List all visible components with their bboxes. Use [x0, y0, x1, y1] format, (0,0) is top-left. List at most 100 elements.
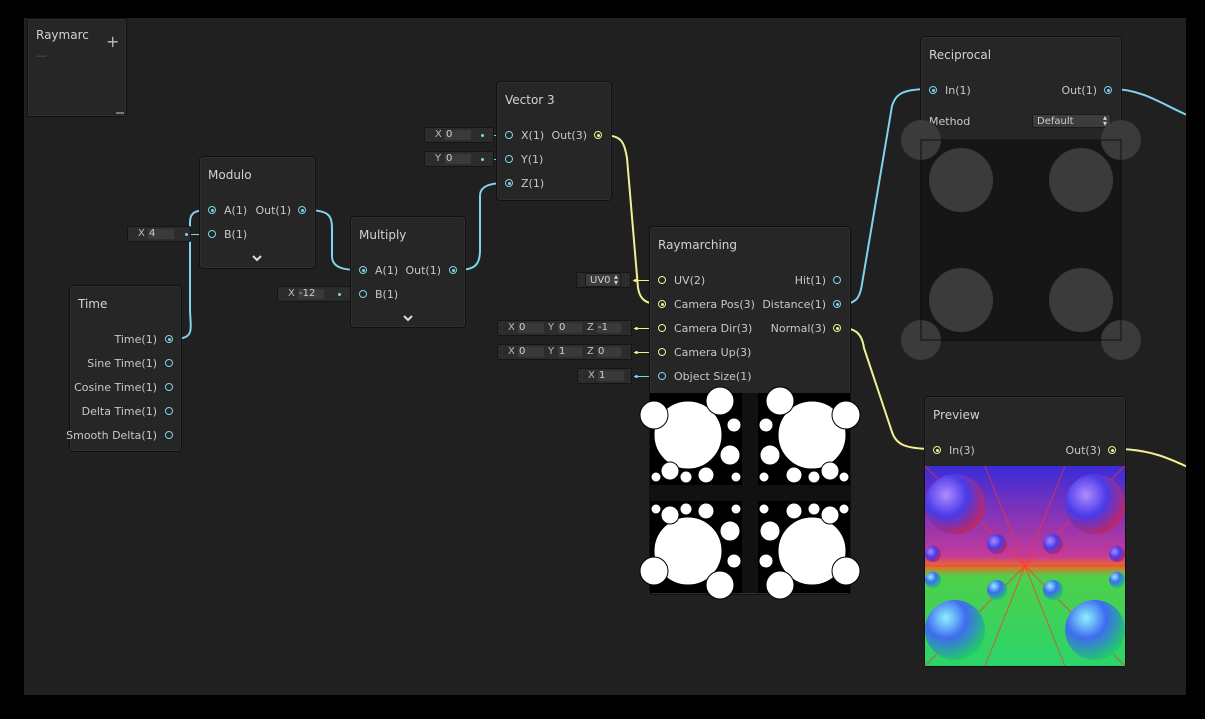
output-port-distance[interactable]: [833, 300, 841, 308]
output-port-hit[interactable]: [833, 276, 841, 284]
input-label: B(1): [375, 288, 399, 301]
input-label: Y(1): [521, 153, 544, 166]
graph-canvas[interactable]: Raymarc + — Time Time(1) Sine Time(1) Co…: [24, 18, 1186, 695]
input-port-object-size[interactable]: [658, 372, 666, 380]
output-port[interactable]: [165, 335, 173, 343]
output-port[interactable]: [449, 266, 457, 274]
input-port-camera-dir[interactable]: [658, 324, 666, 332]
uv-channel-value: UV0: [590, 275, 611, 286]
multiply-b-field[interactable]: X -12: [277, 286, 351, 302]
input-label: Camera Dir(3): [674, 322, 753, 335]
input-label: Camera Up(3): [674, 346, 752, 359]
input-port-uv[interactable]: [658, 276, 666, 284]
resize-handle[interactable]: [116, 112, 124, 114]
add-property-button[interactable]: +: [106, 34, 119, 50]
output-port-normal[interactable]: [833, 324, 841, 332]
output-port[interactable]: [165, 383, 173, 391]
node-title: Reciprocal: [929, 48, 992, 62]
field-value-y[interactable]: 1: [558, 347, 582, 357]
uv-channel-select[interactable]: UV0 ▴ ▾: [585, 273, 621, 287]
collapse-button[interactable]: —: [36, 49, 47, 62]
uv-select-field[interactable]: UV0 ▴ ▾: [576, 272, 637, 288]
input-label: A(1): [375, 264, 399, 277]
dropdown-arrows-icon: ▴ ▾: [613, 272, 618, 287]
object-size-field[interactable]: X 1: [577, 368, 638, 384]
field-value-z[interactable]: -1: [597, 323, 621, 333]
wire-reciprocal-out[interactable]: [1111, 88, 1186, 118]
camera-dir-field[interactable]: X 0 Y 0 Z -1: [497, 320, 638, 336]
vector3-y-field[interactable]: Y 0: [424, 151, 494, 167]
output-port[interactable]: [165, 431, 173, 439]
multiply-node[interactable]: Multiply A(1) B(1) Out(1): [350, 216, 466, 328]
node-title: Multiply: [359, 228, 407, 242]
field-axis-label: X: [435, 129, 442, 140]
time-node[interactable]: Time Time(1) Sine Time(1) Cosine Time(1)…: [66, 285, 182, 452]
input-port-camera-pos[interactable]: [658, 300, 666, 308]
field-value[interactable]: 4: [148, 229, 174, 239]
output-port[interactable]: [165, 407, 173, 415]
field-axis-label: Z: [587, 322, 594, 333]
vector3-x-field[interactable]: X 0: [424, 127, 494, 143]
field-axis-label: Y: [548, 322, 555, 333]
output-port[interactable]: [594, 131, 602, 139]
output-label: Out(1): [255, 204, 291, 217]
raymarching-node[interactable]: Raymarching UV(2) Camera Pos(3) Camera D…: [639, 226, 861, 600]
output-port[interactable]: [298, 206, 306, 214]
input-label: In(3): [949, 444, 975, 457]
camera-up-field[interactable]: X 0 Y 1 Z 0: [497, 344, 638, 360]
node-title: Modulo: [208, 168, 252, 182]
vector3-node[interactable]: Vector 3 X(1) Y(1) Z(1) Out(3): [496, 81, 612, 201]
modulo-node[interactable]: Modulo A(1) B(1) Out(1): [199, 156, 316, 269]
wire-preview-out[interactable]: [1115, 448, 1186, 470]
input-port-b[interactable]: [359, 290, 367, 298]
blackboard-panel[interactable]: Raymarc + —: [27, 18, 127, 117]
output-label: Cosine Time(1): [74, 381, 157, 394]
input-label: A(1): [224, 204, 248, 217]
input-port-z[interactable]: [505, 179, 513, 187]
chevron-down-icon[interactable]: [403, 315, 413, 322]
output-port[interactable]: [1104, 86, 1112, 94]
field-value-x[interactable]: 0: [518, 347, 544, 357]
output-label: Delta Time(1): [81, 405, 157, 418]
chevron-down-icon[interactable]: [252, 255, 262, 262]
input-label: X(1): [521, 129, 545, 142]
field-value-x[interactable]: 0: [518, 323, 544, 333]
field-value[interactable]: 0: [445, 154, 471, 164]
input-port[interactable]: [933, 446, 941, 454]
output-label: Time(1): [114, 333, 157, 346]
preview-image: [924, 465, 1126, 667]
reciprocal-node[interactable]: Reciprocal In(1) Out(1) Method Default ▴…: [901, 36, 1141, 360]
input-port[interactable]: [929, 86, 937, 94]
preview-node[interactable]: Preview In(3) Out(3): [924, 396, 1126, 667]
input-label: B(1): [224, 228, 248, 241]
output-port[interactable]: [1108, 446, 1116, 454]
connector-dot: [481, 134, 484, 137]
field-value-y[interactable]: 0: [558, 323, 582, 333]
output-label: Out(1): [1061, 84, 1097, 97]
field-axis-label: Y: [435, 153, 442, 164]
output-port[interactable]: [165, 359, 173, 367]
field-axis-label: X: [588, 370, 595, 381]
field-value[interactable]: 0: [445, 130, 471, 140]
input-port-a[interactable]: [359, 266, 367, 274]
output-label: Out(3): [551, 129, 587, 142]
node-title: Preview: [933, 408, 980, 422]
input-port-a[interactable]: [208, 206, 216, 214]
field-axis-label: X: [138, 228, 145, 239]
field-axis-label: X: [508, 322, 515, 333]
node-title: Time: [78, 297, 108, 311]
dropdown-arrows-icon: ▴ ▾: [1102, 113, 1107, 128]
input-port-y[interactable]: [505, 155, 513, 163]
field-axis-label: Y: [548, 346, 555, 357]
connector-dot: [481, 158, 484, 161]
input-port-b[interactable]: [208, 230, 216, 238]
method-dropdown[interactable]: Default ▴ ▾: [1032, 114, 1111, 128]
field-value[interactable]: -12: [298, 289, 324, 299]
field-value-x[interactable]: 1: [598, 371, 624, 381]
input-port-x[interactable]: [505, 131, 513, 139]
modulo-b-field[interactable]: X 4: [127, 226, 191, 242]
field-value-z[interactable]: 0: [597, 347, 621, 357]
input-port-camera-up[interactable]: [658, 348, 666, 356]
node-title: Raymarching: [658, 238, 738, 252]
field-axis-label: X: [508, 346, 515, 357]
